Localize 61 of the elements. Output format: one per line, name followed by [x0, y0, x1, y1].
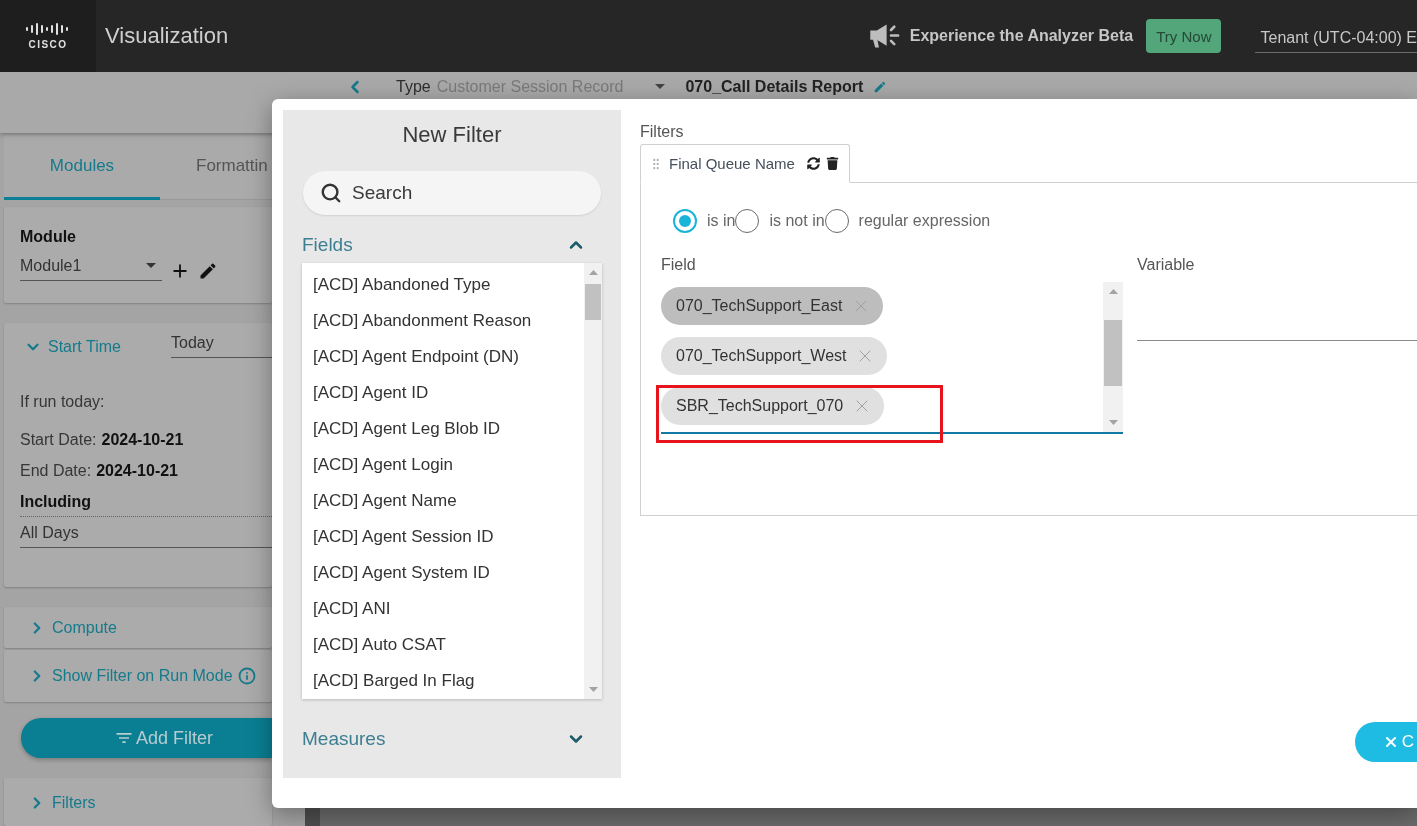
measures-toggle[interactable]: Measures	[302, 728, 586, 750]
field-list-item[interactable]: [ACD] Agent Endpoint (DN)	[302, 339, 584, 375]
tag-chip[interactable]: 070_TechSupport_East	[661, 287, 884, 325]
scrollbar-track[interactable]	[1103, 282, 1123, 432]
radio-button[interactable]	[673, 209, 697, 233]
caret-down-icon	[146, 263, 156, 268]
scrollbar-track[interactable]	[584, 263, 602, 699]
scrollbar-thumb[interactable]	[585, 284, 601, 320]
end-date-value: 2024-10-21	[96, 461, 178, 480]
module-label: Module	[20, 227, 77, 246]
scroll-down-icon[interactable]	[588, 687, 598, 692]
scroll-down-icon[interactable]	[1108, 420, 1118, 425]
tag-chip[interactable]: 070_TechSupport_West	[661, 337, 888, 375]
radio-option[interactable]: is not in	[735, 209, 825, 233]
scroll-up-icon[interactable]	[1108, 289, 1118, 294]
search-icon	[320, 182, 342, 204]
field-list-item[interactable]: [ACD] Agent Session ID	[302, 519, 584, 555]
dialog-title: New Filter	[402, 122, 502, 148]
including-label: Including	[20, 492, 92, 511]
filter-tab[interactable]: Final Queue Name	[640, 144, 850, 183]
caret-down-icon	[655, 84, 666, 89]
variable-label: Variable	[1137, 255, 1195, 274]
start-date-value: 2024-10-21	[101, 430, 184, 449]
logo-text: CISCO	[28, 38, 68, 50]
trash-icon[interactable]	[825, 157, 839, 170]
tag-input-field[interactable]: 070_TechSupport_East 070_TechSupport_West SBR_TechSupport_070	[661, 282, 1123, 434]
field-list-item[interactable]: [ACD] Agent ID	[302, 375, 584, 411]
field-list-item[interactable]: [ACD] Agent Login	[302, 447, 584, 483]
field-list-item[interactable]: [ACD] Agent System ID	[302, 555, 584, 591]
field-list-item[interactable]: [ACD] Abandonment Reason	[302, 303, 584, 339]
field-list-item[interactable]: [ACD] Agent Name	[302, 483, 584, 519]
start-date-label: Start Date:	[20, 430, 97, 449]
try-now-button[interactable]: Try Now	[1146, 19, 1222, 53]
info-icon[interactable]	[237, 667, 256, 685]
refresh-icon[interactable]	[806, 157, 820, 170]
field-list-item[interactable]: [ACD] Barged In Flag	[302, 663, 584, 699]
megaphone-icon	[868, 24, 901, 48]
run-note: If run today:	[20, 392, 105, 411]
field-list-item[interactable]: [ACD] ANI	[302, 591, 584, 627]
app-title: Visualization	[105, 23, 229, 49]
plus-icon[interactable]	[170, 261, 190, 281]
pencil-icon[interactable]	[198, 261, 218, 281]
filters-label: Filters	[640, 122, 684, 141]
field-label: Field	[661, 255, 696, 274]
fields-toggle[interactable]: Fields	[302, 234, 586, 256]
scrollbar-thumb[interactable]	[1104, 320, 1122, 386]
tenant-selector[interactable]: Tenant (UTC-04:00) E	[1255, 29, 1417, 53]
announcement-text: Experience the Analyzer Beta	[909, 27, 1134, 45]
module-select[interactable]: Module1	[20, 251, 162, 281]
report-title: 070_Call Details Report	[685, 77, 864, 96]
field-list-item[interactable]: [ACD] Agent Leg Blob ID	[302, 411, 584, 447]
tag-chip[interactable]: SBR_TechSupport_070	[661, 387, 885, 425]
field-list-item[interactable]: [ACD] Auto CSAT	[302, 627, 584, 663]
logo-bars-icon	[26, 22, 70, 35]
scroll-up-icon[interactable]	[588, 270, 598, 275]
end-date-label: End Date:	[20, 461, 92, 480]
search-field[interactable]: Search	[303, 171, 601, 215]
radio-option[interactable]: is in	[673, 209, 736, 233]
field-list-item[interactable]: [ACD] Abandoned Type	[302, 267, 584, 303]
type-label: Type	[396, 77, 431, 96]
radio-option[interactable]: regular expression	[824, 209, 991, 233]
